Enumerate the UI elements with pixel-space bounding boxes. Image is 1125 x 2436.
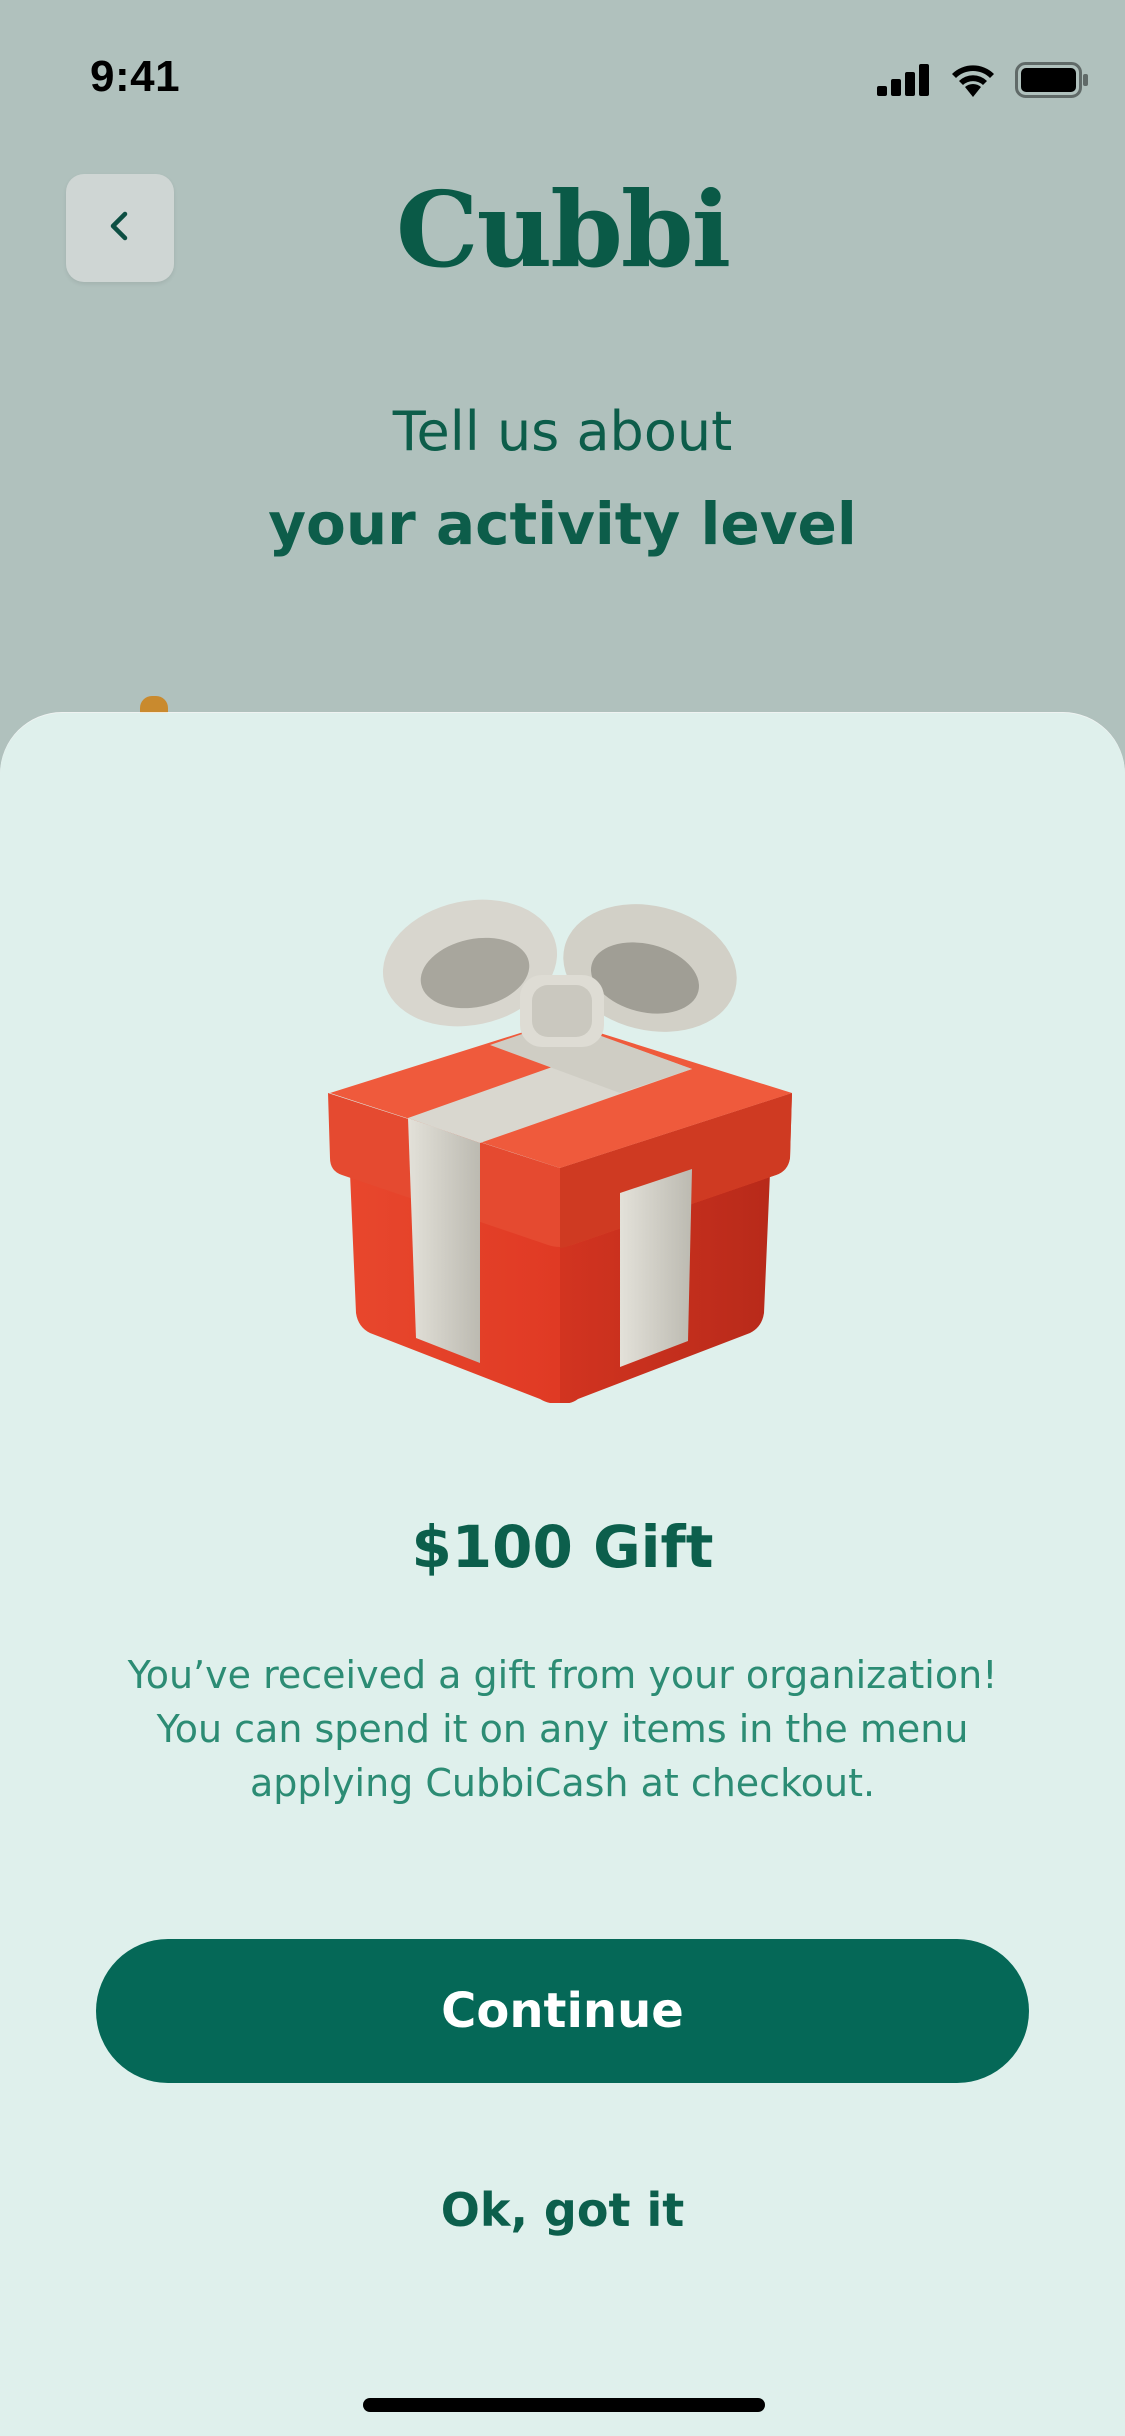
gift-title: $100 Gift xyxy=(411,1513,714,1581)
gift-description: You’ve received a gift from your organiz… xyxy=(127,1653,998,1805)
page-heading-line2: your activity level xyxy=(268,490,857,558)
battery-icon xyxy=(1015,62,1089,98)
status-icons xyxy=(877,60,1089,100)
home-indicator[interactable] xyxy=(363,2398,765,2412)
status-bar: 9:41 xyxy=(0,0,1125,150)
ok-got-it-button[interactable]: Ok, got it xyxy=(0,2183,1125,2237)
gift-sheet: $100 Gift You’ve received a gift from yo… xyxy=(0,713,1125,2436)
page-heading-line1: Tell us about xyxy=(392,400,733,463)
status-time: 9:41 xyxy=(90,52,181,101)
continue-button[interactable]: Continue xyxy=(96,1939,1029,2083)
cellular-signal-icon xyxy=(877,64,931,96)
cubbi-logo: Cubbi xyxy=(395,168,731,291)
gift-box-icon xyxy=(320,893,800,1404)
wifi-icon xyxy=(949,63,997,97)
